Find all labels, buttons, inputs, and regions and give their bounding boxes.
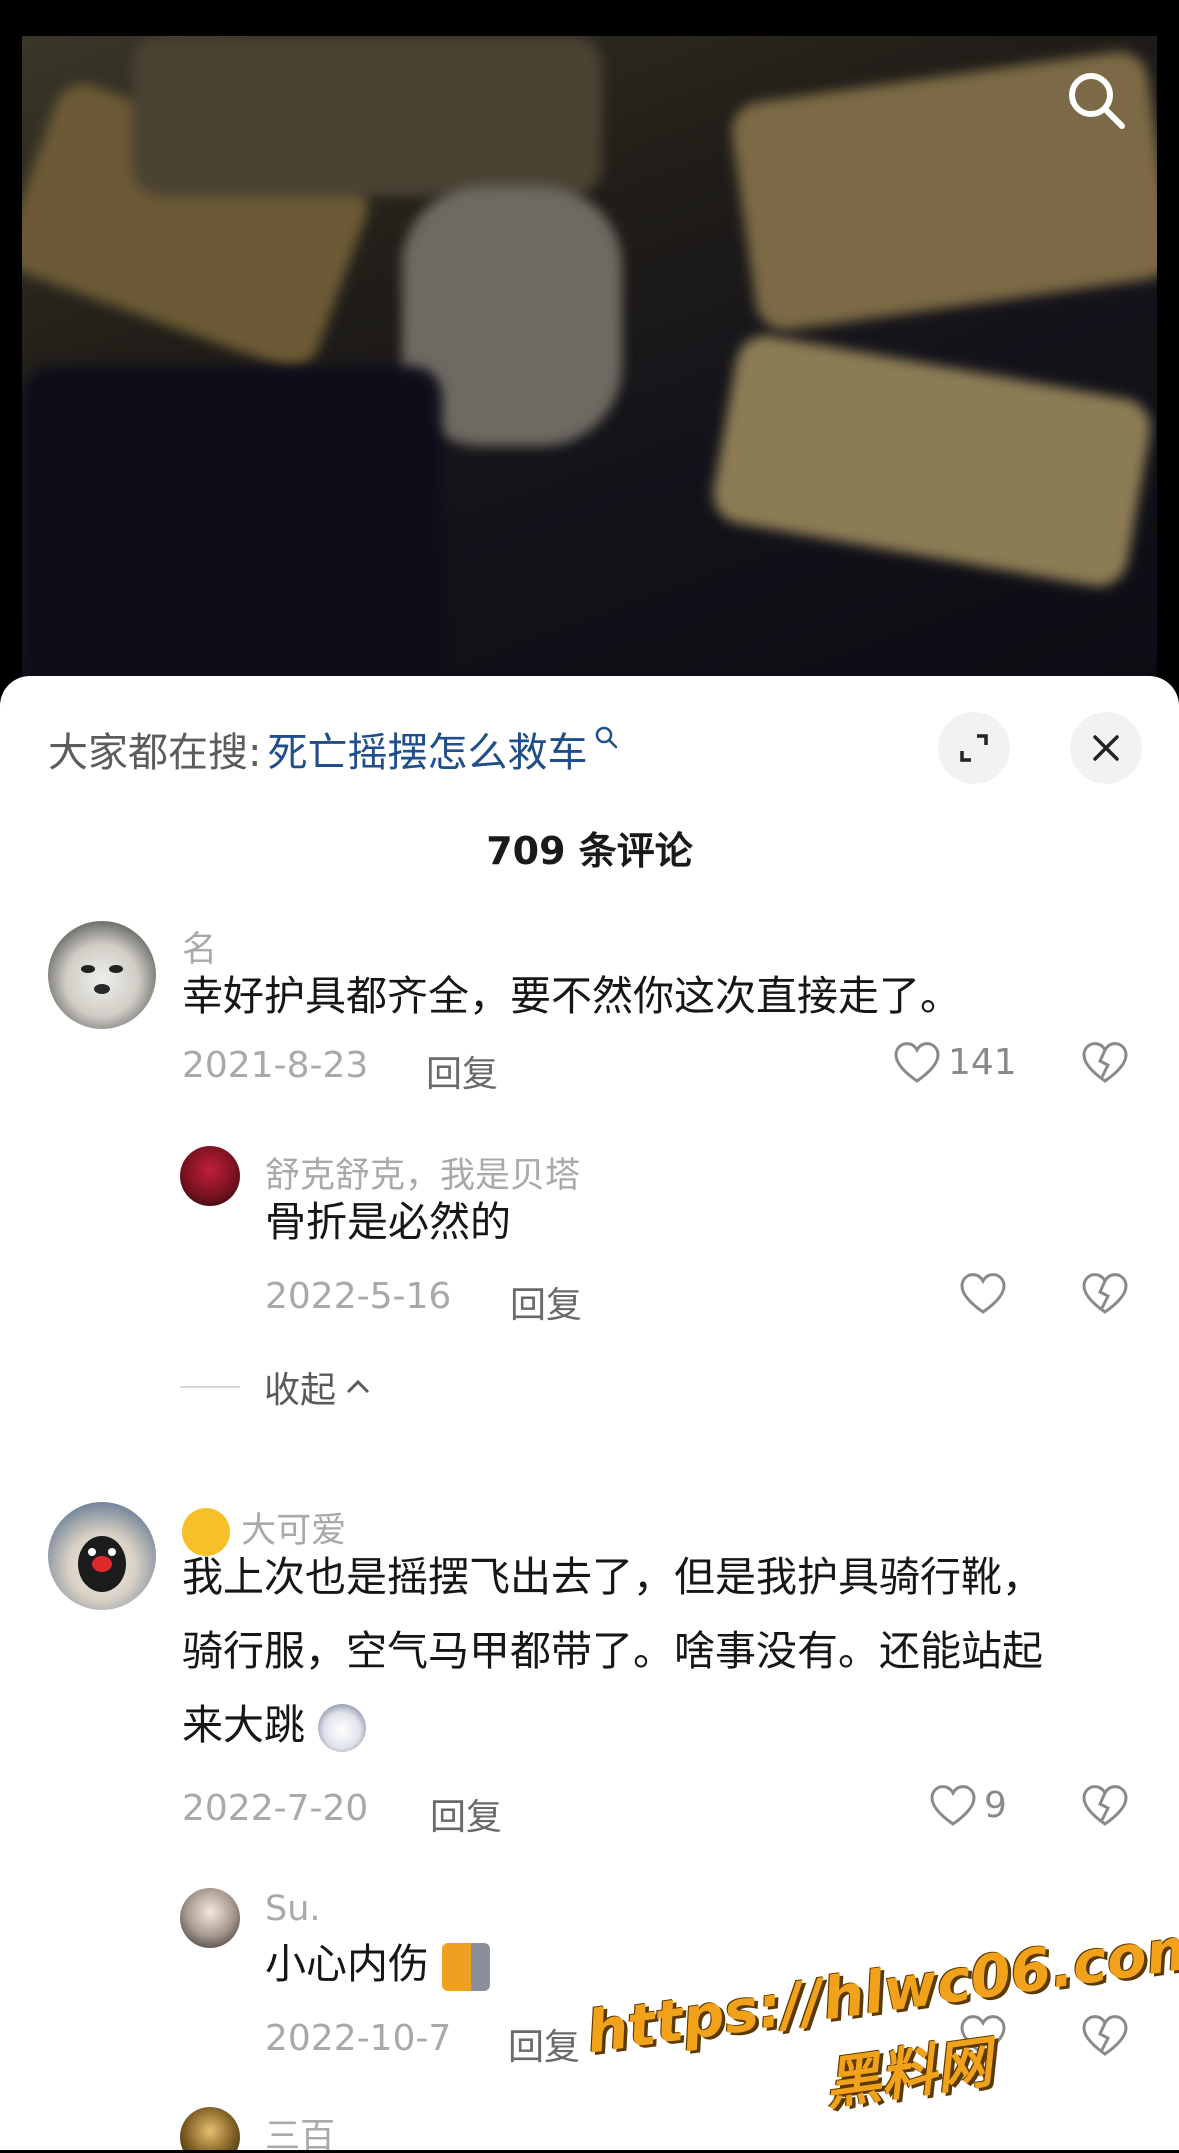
video-blur-shape <box>708 330 1156 592</box>
broken-heart-icon <box>1082 2015 1128 2056</box>
search-icon <box>1069 73 1125 129</box>
husky-emoji-icon <box>318 1704 367 1752</box>
search-button[interactable] <box>1056 60 1136 140</box>
reply-button[interactable]: 回复 <box>508 2018 580 2070</box>
expand-button[interactable] <box>938 712 1010 784</box>
reply-button[interactable]: 回复 <box>430 1788 502 1840</box>
reply-username[interactable]: 三百 <box>265 2108 335 2150</box>
comment-text-line-3-row: 来大跳 <box>182 1688 367 1762</box>
avatar[interactable] <box>48 1502 156 1610</box>
divider-line <box>180 1386 240 1388</box>
reply-text-row: 小心内伤 <box>265 1927 491 2001</box>
hot-search-prefix: 大家都在搜: <box>48 730 262 776</box>
dislike-button[interactable] <box>1080 1782 1130 1832</box>
broken-heart-icon <box>1082 1042 1128 1083</box>
husky-avatar-icon <box>81 965 123 994</box>
like-button[interactable] <box>958 1270 1008 1316</box>
dislike-button[interactable] <box>1080 1039 1130 1089</box>
reply-button[interactable]: 回复 <box>426 1045 498 1097</box>
heart-icon <box>960 2015 1006 2056</box>
avatar[interactable] <box>48 921 156 1029</box>
comment-date: 2021-8-23 <box>182 1045 369 1086</box>
chevron-up-icon <box>346 1379 370 1394</box>
collapse-replies-button[interactable]: 收起 <box>180 1361 372 1413</box>
reply-text: 小心内伤 <box>265 1940 429 1988</box>
like-button[interactable]: 9 <box>928 1782 1007 1828</box>
avatar[interactable] <box>180 1888 240 1948</box>
broken-heart-icon <box>1082 1785 1128 1826</box>
reply-date: 2022-5-16 <box>265 1276 452 1317</box>
heart-icon <box>930 1785 976 1826</box>
video-blur-shape <box>132 36 602 196</box>
comment-text-line-3: 来大跳 <box>182 1701 305 1749</box>
like-count: 141 <box>948 1041 1017 1083</box>
close-icon <box>1093 735 1119 761</box>
close-button[interactable] <box>1070 712 1142 784</box>
like-button[interactable] <box>958 2012 1008 2058</box>
reply-text: 骨折是必然的 <box>265 1198 511 1246</box>
dislike-button[interactable] <box>1080 2012 1130 2062</box>
small-search-icon <box>596 726 618 749</box>
video-blur-shape <box>22 366 442 700</box>
reply-username[interactable]: Su. <box>265 1889 321 1929</box>
cat-emoji-icon <box>442 1943 491 1991</box>
avatar[interactable] <box>180 1146 240 1206</box>
video-frame[interactable] <box>22 36 1157 700</box>
heart-icon <box>960 1273 1006 1314</box>
avatar[interactable] <box>180 2107 240 2150</box>
reply-button[interactable]: 回复 <box>510 1276 582 1328</box>
comments-sheet: 大家都在搜: 死亡摇摆怎么救车 709 条评论 名 幸好护具都齐全，要不然你这次… <box>0 676 1179 2150</box>
comment-text: 幸好护具都齐全，要不然你这次直接走了。 <box>182 972 961 1020</box>
video-player[interactable] <box>0 0 1179 700</box>
collapse-label: 收起 <box>264 1370 337 1411</box>
expand-icon <box>960 734 988 762</box>
comment-text-line-1: 我上次也是摇摆飞出去了，但是我护具骑行靴， <box>182 1553 1043 1601</box>
hot-search-bar[interactable]: 大家都在搜: 死亡摇摆怎么救车 <box>48 720 619 778</box>
broken-heart-icon <box>1082 1273 1128 1314</box>
comment-count: 709 条评论 <box>486 829 693 873</box>
hot-search-term[interactable]: 死亡摇摆怎么救车 <box>267 720 587 778</box>
dislike-button[interactable] <box>1080 1270 1130 1320</box>
heart-icon <box>894 1042 940 1083</box>
like-count: 9 <box>984 1784 1007 1826</box>
like-button[interactable]: 141 <box>892 1039 1017 1085</box>
reply-date: 2022-10-7 <box>265 2018 452 2059</box>
penguin-avatar-icon <box>78 1536 126 1592</box>
comment-date: 2022-7-20 <box>182 1788 369 1829</box>
comment-text-line-2: 骑行服，空气马甲都带了。啥事没有。还能站起 <box>182 1627 1043 1675</box>
